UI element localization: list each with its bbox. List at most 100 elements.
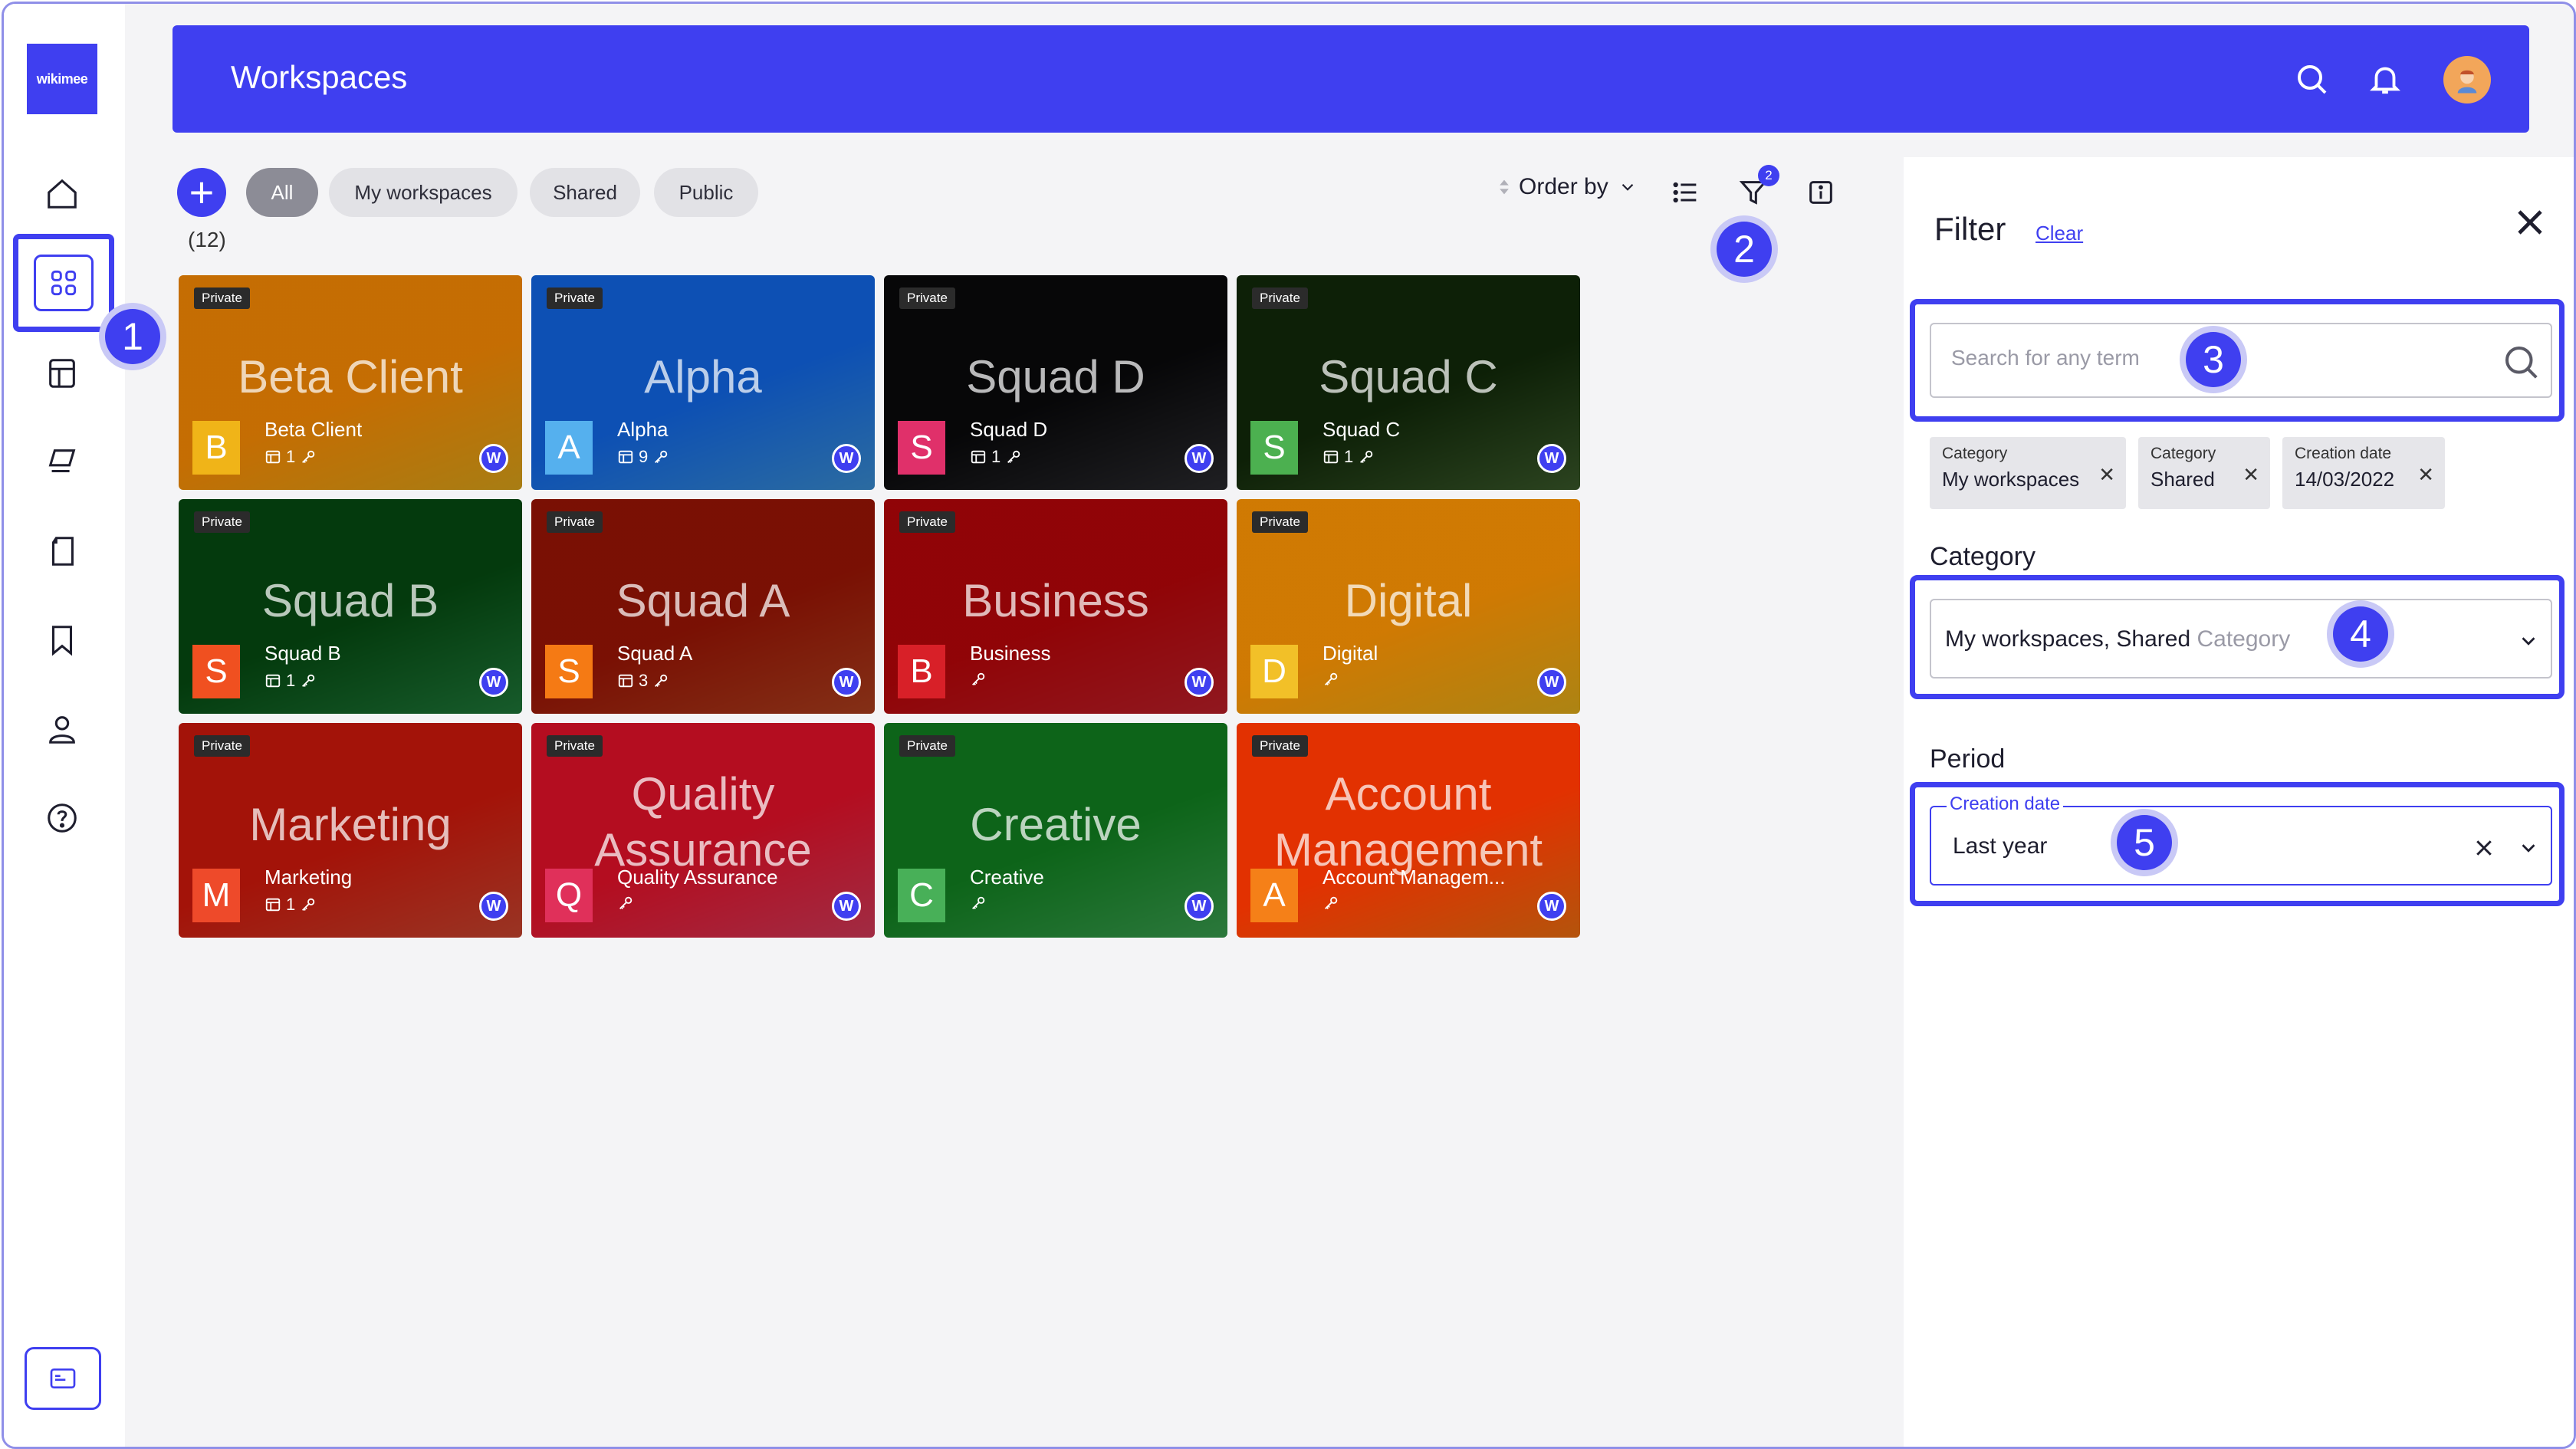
card-name: Marketing bbox=[264, 866, 353, 889]
help-icon[interactable] bbox=[42, 798, 82, 838]
chevron-down-icon[interactable] bbox=[2517, 836, 2540, 859]
page-title: Workspaces bbox=[231, 59, 408, 95]
workspace-card[interactable]: Private Business B Business W bbox=[884, 499, 1227, 714]
avatar[interactable] bbox=[2443, 56, 2491, 104]
filter-clear-link[interactable]: Clear bbox=[2036, 222, 2083, 245]
top-header: Workspaces bbox=[172, 25, 2529, 133]
key-icon bbox=[619, 896, 632, 909]
callout-5: 5 bbox=[2117, 815, 2172, 870]
chip-all[interactable]: All bbox=[246, 168, 318, 217]
workspace-card[interactable]: Private Marketing M Marketing 1 W bbox=[179, 723, 522, 938]
list-view-icon[interactable] bbox=[1668, 174, 1704, 211]
tag-value: My workspaces bbox=[1942, 468, 2080, 491]
category-label: Category bbox=[1930, 542, 2036, 571]
chip-public[interactable]: Public bbox=[654, 168, 758, 217]
private-badge: Private bbox=[547, 288, 603, 309]
callout-1: 1 bbox=[105, 309, 160, 364]
order-by-dropdown[interactable]: Order by bbox=[1499, 174, 1638, 200]
tag-value: Shared bbox=[2150, 468, 2215, 491]
remove-tag-icon[interactable]: ✕ bbox=[2417, 463, 2434, 487]
owner-badge[interactable]: W bbox=[832, 668, 861, 697]
tag-value: 14/03/2022 bbox=[2295, 468, 2395, 491]
category-select[interactable]: My workspaces, Shared Category bbox=[1930, 599, 2552, 678]
board-count: 1 bbox=[1344, 447, 1354, 466]
owner-badge[interactable]: W bbox=[1537, 444, 1566, 473]
owner-badge[interactable]: W bbox=[1184, 668, 1214, 697]
tag-label: Creation date bbox=[2295, 445, 2392, 462]
app-logo[interactable]: wikimee bbox=[27, 44, 97, 114]
workspace-card[interactable]: Private Account Management A Account Manage… bbox=[1237, 723, 1580, 938]
callout-4: 4 bbox=[2333, 606, 2388, 662]
workspaces-icon[interactable] bbox=[34, 255, 94, 311]
search-icon[interactable] bbox=[2500, 341, 2542, 383]
board-count: 3 bbox=[639, 671, 649, 690]
bookmark-icon[interactable] bbox=[42, 620, 82, 660]
notebook-icon[interactable] bbox=[42, 531, 82, 571]
card-meta: 1 bbox=[1322, 447, 1375, 467]
card-initial: B bbox=[192, 421, 240, 475]
sort-icon bbox=[1500, 179, 1509, 195]
workspace-card[interactable]: Private Alpha A Alpha 9 W bbox=[531, 275, 875, 490]
user-icon[interactable] bbox=[42, 709, 82, 749]
owner-badge[interactable]: W bbox=[1537, 668, 1566, 697]
workspace-card[interactable]: Private Beta Client B Beta Client 1 W bbox=[179, 275, 522, 490]
workspace-card[interactable]: Private Squad B S Squad B 1 W bbox=[179, 499, 522, 714]
private-badge: Private bbox=[194, 288, 250, 309]
remove-tag-icon[interactable]: ✕ bbox=[2098, 463, 2115, 487]
bell-icon[interactable] bbox=[2364, 58, 2407, 100]
owner-badge[interactable]: W bbox=[1184, 892, 1214, 921]
owner-badge[interactable]: W bbox=[1537, 892, 1566, 921]
workspace-card[interactable]: Private Squad A S Squad A 3 W bbox=[531, 499, 875, 714]
card-icon[interactable] bbox=[25, 1347, 101, 1410]
remove-tag-icon[interactable]: ✕ bbox=[2242, 463, 2259, 487]
filter-panel: Filter Clear Search for any term 3 Categ… bbox=[1904, 157, 2574, 1447]
owner-badge[interactable]: W bbox=[479, 444, 508, 473]
layout-icon[interactable] bbox=[42, 353, 82, 393]
workspace-card[interactable]: Private Squad D S Squad D 1 W bbox=[884, 275, 1227, 490]
owner-badge[interactable]: W bbox=[1184, 444, 1214, 473]
info-icon[interactable] bbox=[1802, 174, 1839, 211]
card-cover-title: Squad D bbox=[966, 351, 1145, 402]
chip-my-workspaces[interactable]: My workspaces bbox=[329, 168, 518, 217]
owner-badge[interactable]: W bbox=[479, 668, 508, 697]
card-meta: 1 bbox=[264, 895, 317, 915]
private-badge: Private bbox=[1252, 288, 1308, 309]
private-badge: Private bbox=[899, 735, 955, 757]
add-workspace-button[interactable]: + bbox=[177, 168, 226, 217]
board-icon bbox=[971, 450, 986, 464]
card-name: Creative bbox=[970, 866, 1044, 889]
owner-badge[interactable]: W bbox=[832, 444, 861, 473]
tag-label: Category bbox=[2150, 445, 2216, 462]
owner-badge[interactable]: W bbox=[832, 892, 861, 921]
filter-tag: Category Shared ✕ bbox=[2138, 437, 2270, 509]
chevron-down-icon bbox=[1622, 183, 1633, 191]
search-icon[interactable] bbox=[2290, 58, 2333, 100]
card-cover-title: Creative bbox=[970, 799, 1142, 850]
workspace-card[interactable]: Private Quality Assurance Q Quality Assuran… bbox=[531, 723, 875, 938]
home-icon[interactable] bbox=[42, 174, 82, 214]
workspace-card[interactable]: Private Squad C S Squad C 1 W bbox=[1237, 275, 1580, 490]
card-initial: S bbox=[192, 645, 240, 698]
card-cover-title: Squad B bbox=[261, 575, 439, 626]
filter-count-badge: 2 bbox=[1758, 165, 1779, 186]
chip-shared[interactable]: Shared bbox=[530, 168, 640, 217]
filter-search-input[interactable]: Search for any term bbox=[1930, 323, 2552, 398]
workspace-card[interactable]: Private Creative C Creative W bbox=[884, 723, 1227, 938]
card-cover-title: Squad A bbox=[616, 575, 790, 626]
card-meta: 3 bbox=[617, 671, 669, 691]
workspace-card[interactable]: Private Digital D Digital W bbox=[1237, 499, 1580, 714]
order-by-label: Order by bbox=[1519, 174, 1608, 199]
stack-icon[interactable] bbox=[42, 442, 82, 482]
period-label: Period bbox=[1930, 744, 2006, 774]
card-initial: D bbox=[1250, 645, 1298, 698]
card-meta: 1 bbox=[264, 447, 317, 467]
private-badge: Private bbox=[899, 288, 955, 309]
card-name: Account Managem... bbox=[1322, 866, 1506, 889]
card-cover-title: Beta Client bbox=[238, 351, 463, 402]
owner-badge[interactable]: W bbox=[479, 892, 508, 921]
clear-icon[interactable] bbox=[2472, 836, 2496, 859]
close-icon[interactable] bbox=[2503, 196, 2557, 249]
card-cover-title: Account Management bbox=[1273, 768, 1543, 876]
chevron-down-icon[interactable] bbox=[2517, 629, 2540, 652]
period-select[interactable]: Creation date Last year bbox=[1930, 794, 2552, 886]
